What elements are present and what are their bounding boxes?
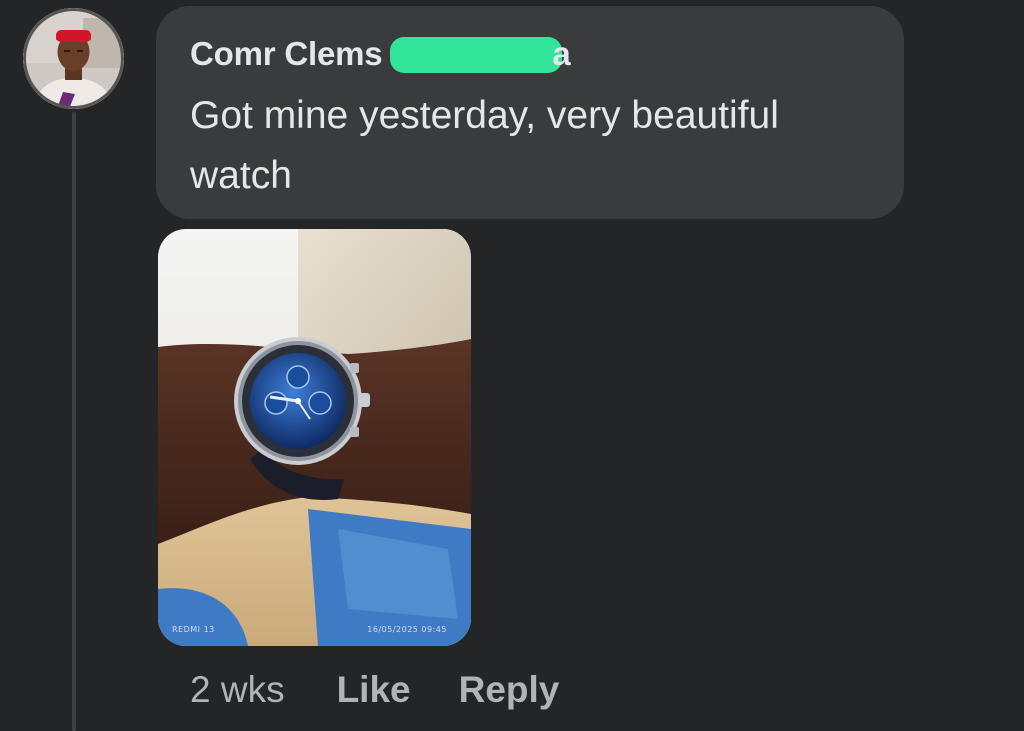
comment-photo[interactable]: REDMI 13 16/05/2025 09:45: [158, 229, 471, 646]
author-name-tail[interactable]: a: [552, 32, 570, 76]
avatar[interactable]: [23, 8, 124, 109]
comment-actions: 2 wks Like Reply: [190, 666, 559, 714]
photo-caption-device: REDMI 13: [172, 625, 215, 634]
comment-text: Got mine yesterday, very beautiful watch: [190, 94, 779, 197]
avatar-photo: [23, 8, 124, 109]
redaction-mark: [390, 37, 563, 73]
thread-line: [72, 112, 76, 731]
reply-button[interactable]: Reply: [459, 669, 560, 711]
photo-caption-date: 16/05/2025 09:45: [367, 625, 447, 634]
comment-bubble: Comr Clems a Got mine yesterday, very be…: [156, 6, 904, 219]
comment-thread: Comr Clems a Got mine yesterday, very be…: [0, 0, 1024, 731]
wristwatch-photo: [158, 229, 471, 646]
author-row: Comr Clems a: [190, 32, 870, 76]
like-button[interactable]: Like: [337, 669, 411, 711]
author-name[interactable]: Comr Clems: [190, 32, 383, 76]
comment-timestamp[interactable]: 2 wks: [190, 669, 285, 711]
